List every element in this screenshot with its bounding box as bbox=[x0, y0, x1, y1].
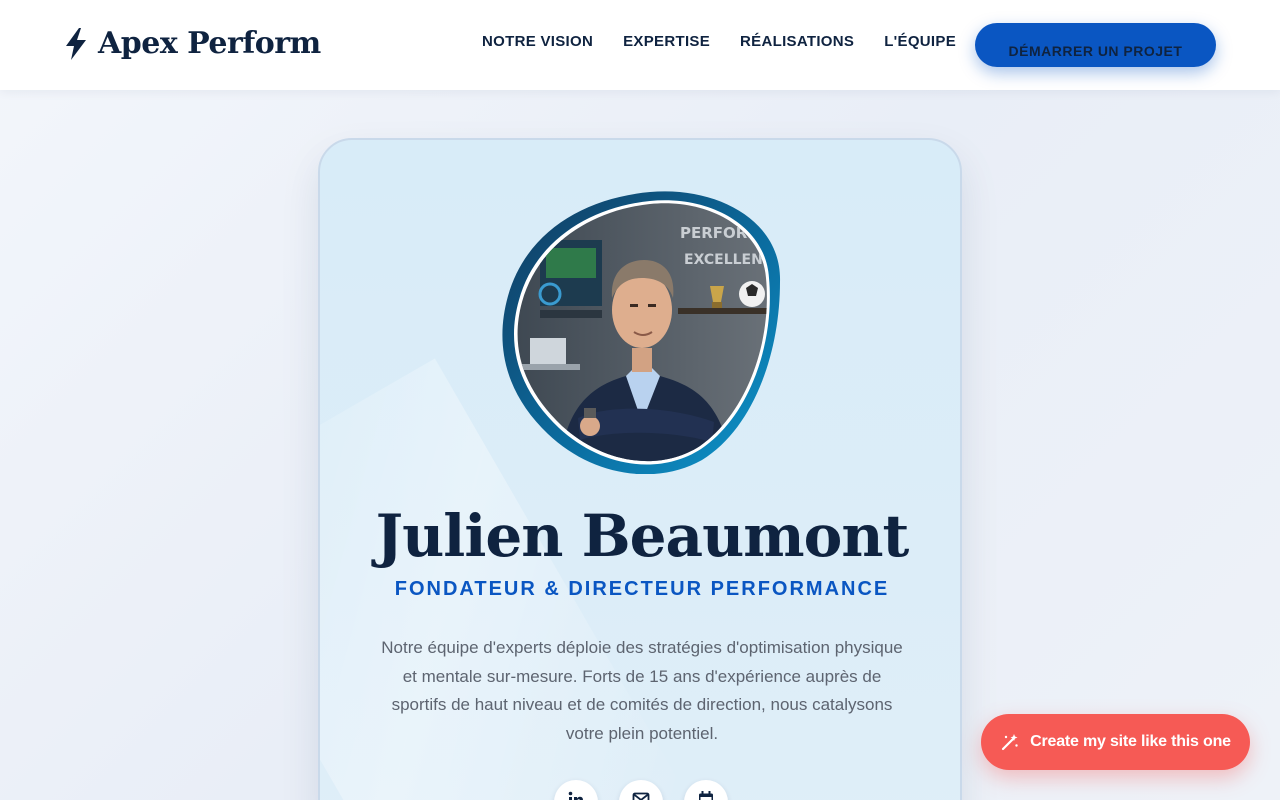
profile-bio: Notre équipe d'experts déploie des strat… bbox=[381, 638, 903, 743]
linkedin-icon bbox=[568, 791, 583, 800]
nav-item-vision[interactable]: NOTRE VISION bbox=[482, 33, 593, 50]
lightning-bolt-icon bbox=[66, 27, 86, 60]
start-project-button[interactable]: DÉMARRER UN PROJET bbox=[975, 23, 1216, 67]
portrait-photo: PERFORM EXCELLENCE bbox=[502, 191, 781, 474]
profile-role: FONDATEUR & DIRECTEUR PERFORMANCE bbox=[394, 578, 890, 600]
profile-name: Julien Beaumont bbox=[375, 502, 910, 570]
main-nav: NOTRE VISION EXPERTISE RÉALISATIONS L'ÉQ… bbox=[482, 33, 956, 50]
create-site-button[interactable]: Create my site like this one bbox=[981, 714, 1250, 770]
nav-item-expertise[interactable]: EXPERTISE bbox=[623, 33, 710, 50]
profile-card: PERFORM EXCELLENCE Julien Beaumont FONDA… bbox=[318, 138, 962, 800]
nav-item-realisations[interactable]: RÉALISATIONS bbox=[740, 33, 854, 50]
magic-wand-icon bbox=[1002, 734, 1018, 751]
calendar-icon bbox=[699, 791, 713, 800]
create-site-label: Create my site like this one bbox=[1030, 733, 1231, 750]
calendar-link[interactable] bbox=[684, 780, 728, 800]
brand-logo-link[interactable]: Apex Perform bbox=[62, 26, 321, 61]
linkedin-link[interactable] bbox=[554, 780, 598, 800]
mail-icon bbox=[632, 792, 650, 800]
social-links bbox=[554, 780, 728, 800]
nav-item-equipe[interactable]: L'ÉQUIPE bbox=[884, 33, 956, 50]
email-link[interactable] bbox=[619, 780, 663, 800]
site-header: Apex Perform NOTRE VISION EXPERTISE RÉAL… bbox=[0, 0, 1280, 90]
brand-name: Apex Perform bbox=[98, 26, 321, 61]
